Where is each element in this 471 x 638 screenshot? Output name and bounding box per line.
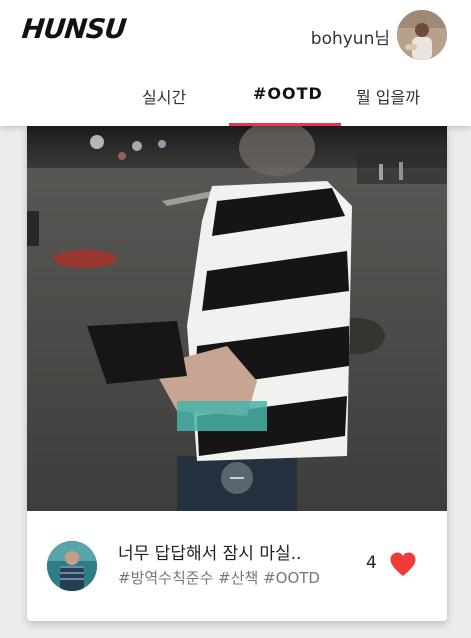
heart-icon[interactable] [389,551,417,577]
post-photo[interactable] [27,126,447,511]
tab-realtime[interactable]: 실시간 [142,84,186,108]
tab-bar: 실시간 #OOTD 뭘 입을까 [0,76,471,126]
user-avatar[interactable] [397,10,447,60]
tab-ootd[interactable]: #OOTD [253,84,323,103]
app-header: HUNSU bohyun님 실시간 #OOTD 뭘 입을까 [0,0,471,126]
post-tags[interactable]: #방역수칙준수 #산책 #OOTD [118,567,320,588]
post-title[interactable]: 너무 답답해서 잠시 마실.. [118,539,301,564]
post-footer: 너무 답답해서 잠시 마실.. #방역수칙준수 #산책 #OOTD 4 [27,511,447,621]
tab-what-to-wear[interactable]: 뭘 입을까 [356,84,420,108]
active-tab-indicator [229,123,341,126]
user-name: bohyun님 [310,29,390,49]
post-card[interactable]: 너무 답답해서 잠시 마실.. #방역수칙준수 #산책 #OOTD 4 [27,126,447,621]
app-logo[interactable]: HUNSU [20,14,127,45]
like-count: 4 [366,553,377,573]
author-avatar[interactable] [47,541,97,591]
